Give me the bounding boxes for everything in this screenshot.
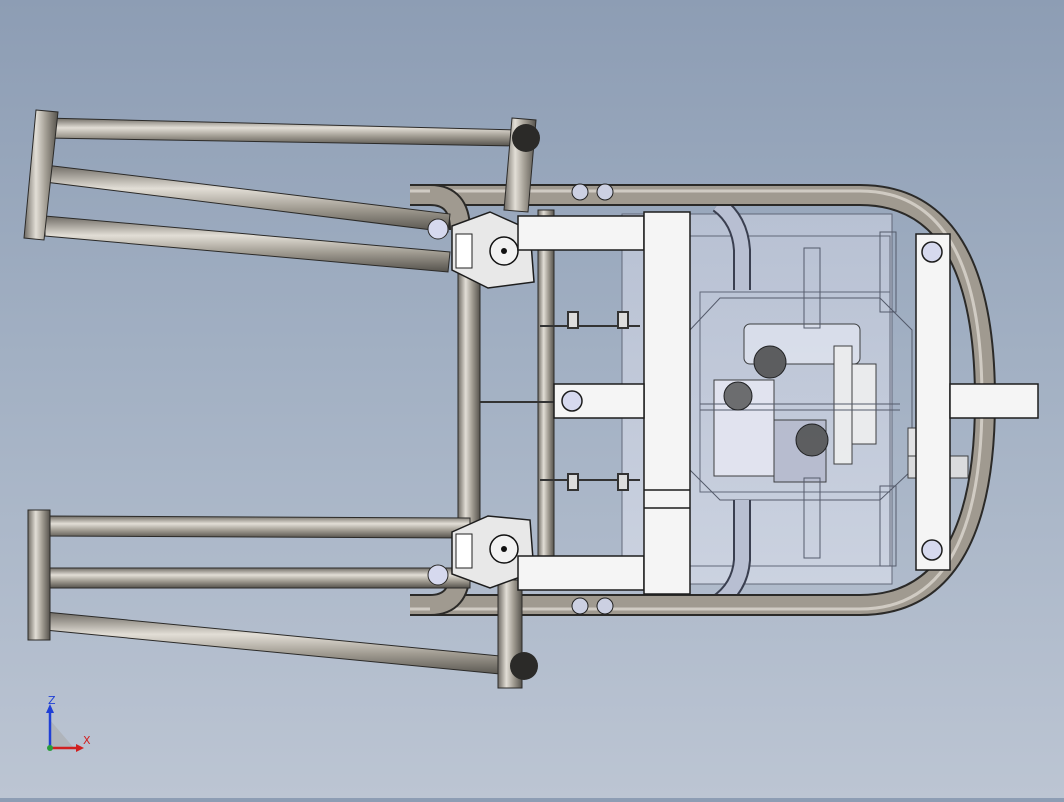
graphics-viewport[interactable]: Z X	[0, 0, 1064, 798]
x-axis-label: X	[83, 734, 91, 747]
cad-model[interactable]	[0, 0, 1064, 798]
triad-plane-icon	[50, 720, 74, 748]
z-axis-label: Z	[48, 694, 56, 707]
y-axis-dot-icon	[47, 745, 53, 751]
view-orientation-triad-icon[interactable]: Z X	[40, 694, 96, 756]
